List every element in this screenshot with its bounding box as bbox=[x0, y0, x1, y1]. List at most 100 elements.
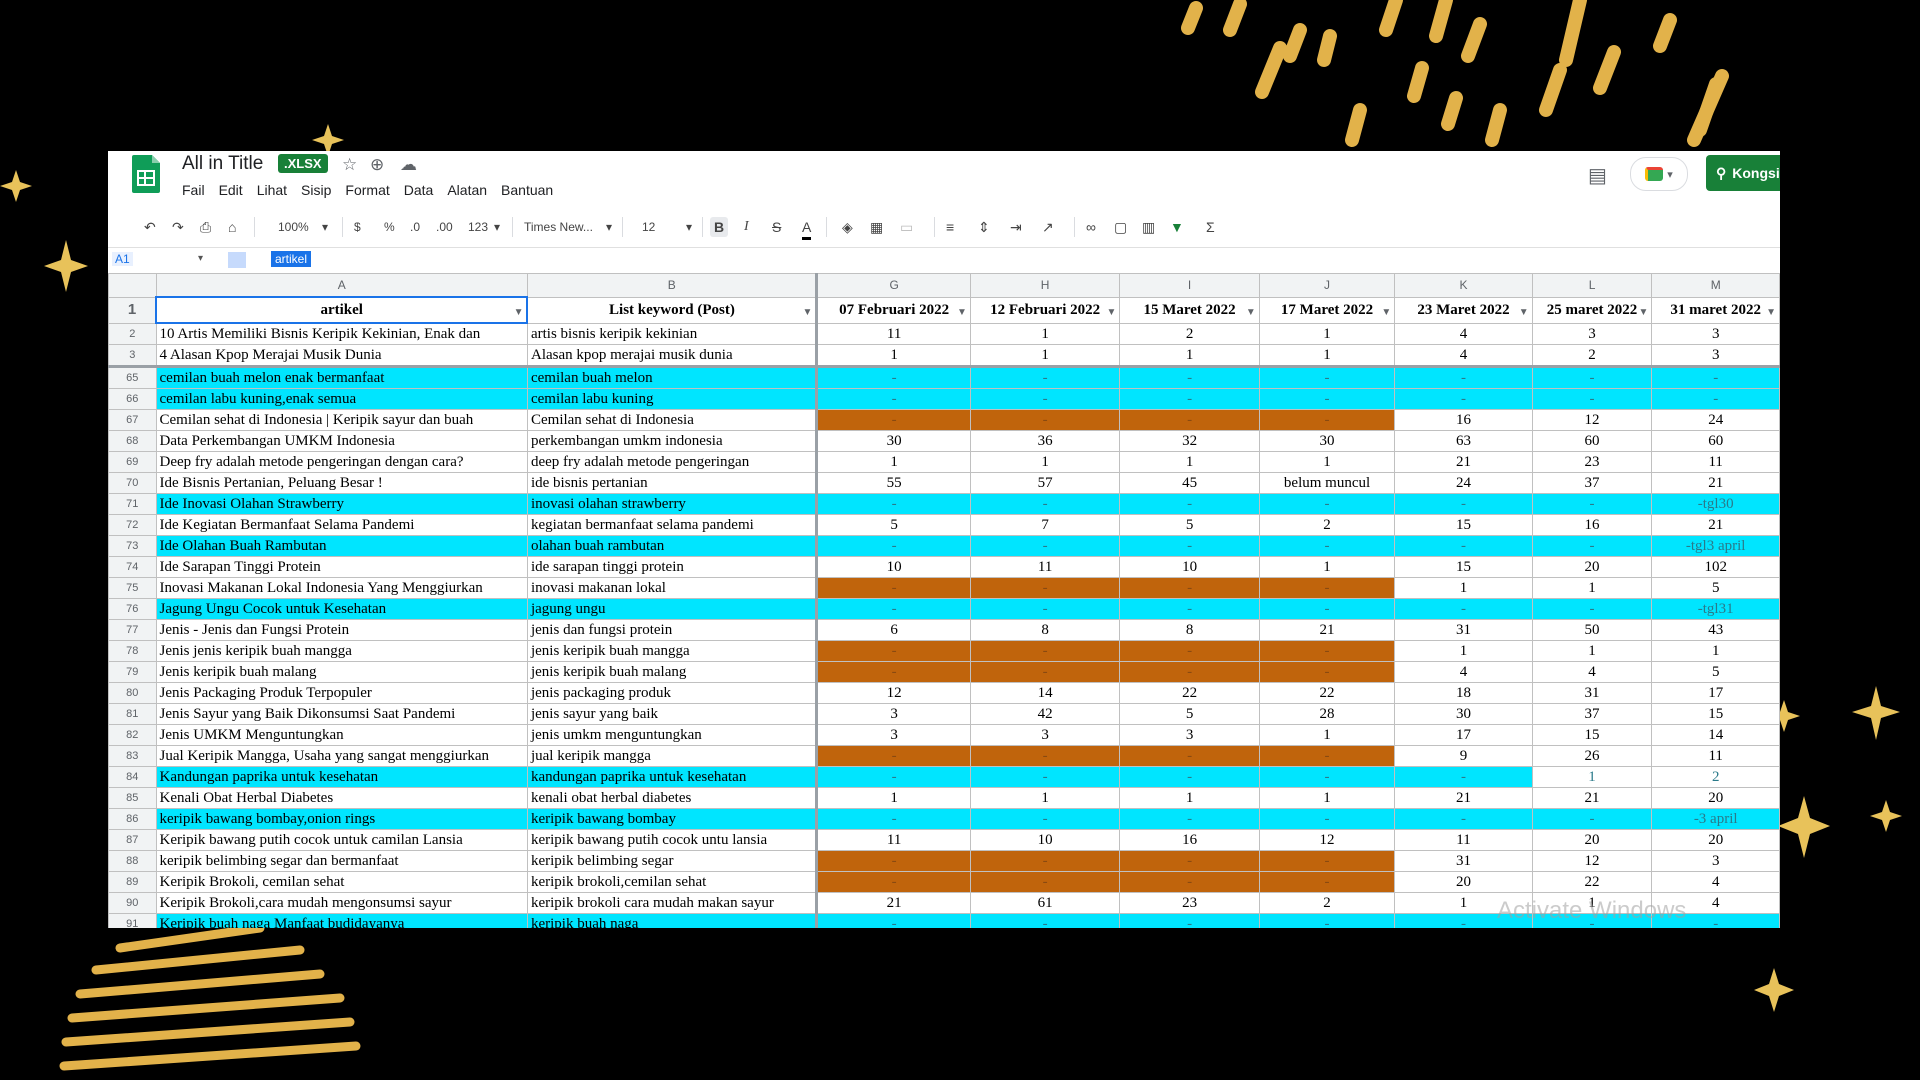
row-number[interactable]: 68 bbox=[108, 430, 157, 452]
table-cell[interactable]: 1 bbox=[815, 451, 971, 473]
table-cell[interactable]: 16 bbox=[1394, 409, 1533, 431]
table-cell[interactable]: 36 bbox=[969, 430, 1121, 452]
table-cell[interactable]: 5 bbox=[815, 514, 971, 536]
table-cell[interactable]: 8 bbox=[969, 619, 1121, 641]
menu-alatan[interactable]: Alatan bbox=[447, 182, 487, 198]
table-cell[interactable]: Deep fry adalah metode pengeringan denga… bbox=[155, 451, 528, 473]
table-cell[interactable]: 55 bbox=[815, 472, 971, 494]
table-cell[interactable]: keripik brokoli,cemilan sehat bbox=[526, 871, 818, 893]
column-header[interactable]: L bbox=[1531, 273, 1653, 298]
share-button[interactable]: ⚲ Kongsi bbox=[1706, 155, 1780, 191]
table-cell[interactable]: - bbox=[969, 493, 1121, 515]
table-cell[interactable]: - bbox=[815, 598, 971, 620]
table-cell[interactable]: ide sarapan tinggi protein bbox=[526, 556, 818, 578]
undo-icon[interactable]: ↶ bbox=[144, 217, 156, 237]
table-cell[interactable]: 9 bbox=[1394, 745, 1533, 767]
table-cell[interactable]: 22 bbox=[1119, 682, 1260, 704]
table-cell[interactable]: - bbox=[969, 766, 1121, 788]
table-cell[interactable]: Keripik bawang putih cocok untuk camilan… bbox=[155, 829, 528, 851]
row-number[interactable]: 83 bbox=[108, 745, 157, 767]
table-cell[interactable]: - bbox=[1531, 493, 1653, 515]
table-cell[interactable]: kegiatan bermanfaat selama pandemi bbox=[526, 514, 818, 536]
row-number[interactable]: 75 bbox=[108, 577, 157, 599]
table-cell[interactable]: 1 bbox=[969, 451, 1121, 473]
row-number[interactable]: 77 bbox=[108, 619, 157, 641]
table-header-cell[interactable]: 17 Maret 2022 ▼ bbox=[1258, 296, 1396, 324]
table-header-cell[interactable]: artikel ▼ bbox=[154, 296, 529, 324]
table-cell[interactable]: Ide Kegiatan Bermanfaat Selama Pandemi bbox=[155, 514, 528, 536]
row-number[interactable]: 90 bbox=[108, 892, 157, 914]
table-cell[interactable]: - bbox=[1258, 640, 1396, 662]
table-cell[interactable]: -tgl30 bbox=[1651, 493, 1780, 515]
table-cell[interactable]: - bbox=[1394, 598, 1533, 620]
table-cell[interactable]: 57 bbox=[969, 472, 1121, 494]
table-cell[interactable]: - bbox=[1258, 577, 1396, 599]
table-cell[interactable]: - bbox=[1258, 493, 1396, 515]
table-cell[interactable]: - bbox=[1651, 366, 1780, 389]
table-cell[interactable]: - bbox=[1258, 388, 1396, 410]
table-cell[interactable]: deep fry adalah metode pengeringan bbox=[526, 451, 818, 473]
table-cell[interactable]: 1 bbox=[1258, 556, 1396, 578]
table-cell[interactable]: Ide Inovasi Olahan Strawberry bbox=[155, 493, 528, 515]
table-cell[interactable]: - bbox=[1531, 366, 1653, 389]
table-cell[interactable]: 60 bbox=[1651, 430, 1780, 452]
table-cell[interactable]: 18 bbox=[1394, 682, 1533, 704]
table-cell[interactable]: 21 bbox=[1258, 619, 1396, 641]
chevron-down-icon[interactable]: ▾ bbox=[686, 217, 692, 237]
table-cell[interactable]: - bbox=[1258, 808, 1396, 830]
table-cell[interactable]: Jenis - Jenis dan Fungsi Protein bbox=[155, 619, 528, 641]
table-cell[interactable]: - bbox=[815, 661, 971, 683]
table-cell[interactable]: 4 bbox=[1531, 661, 1653, 683]
table-cell[interactable]: - bbox=[1258, 535, 1396, 557]
table-cell[interactable]: keripik buah naga bbox=[526, 913, 818, 928]
table-cell[interactable]: 1 bbox=[1258, 344, 1396, 368]
table-cell[interactable]: 24 bbox=[1394, 472, 1533, 494]
filter-icon[interactable]: ▼ bbox=[514, 304, 524, 321]
table-cell[interactable]: - bbox=[1119, 661, 1260, 683]
filter-icon[interactable]: ▼ bbox=[957, 304, 967, 322]
vertical-align-icon[interactable]: ⇕ bbox=[978, 217, 990, 237]
table-cell[interactable]: 5 bbox=[1651, 661, 1780, 683]
table-cell[interactable]: keripik brokoli cara mudah makan sayur bbox=[526, 892, 818, 914]
table-cell[interactable]: 20 bbox=[1531, 556, 1653, 578]
table-cell[interactable]: 22 bbox=[1258, 682, 1396, 704]
table-cell[interactable]: Jenis jenis keripik buah mangga bbox=[155, 640, 528, 662]
table-cell[interactable]: Jenis UMKM Menguntungkan bbox=[155, 724, 528, 746]
table-cell[interactable]: - bbox=[1394, 535, 1533, 557]
fill-color-icon[interactable]: ◈ bbox=[842, 217, 853, 237]
table-cell[interactable]: 2 bbox=[1119, 322, 1260, 345]
table-cell[interactable]: kenali obat herbal diabetes bbox=[526, 787, 818, 809]
table-cell[interactable]: - bbox=[815, 850, 971, 872]
table-cell[interactable]: 1 bbox=[1394, 640, 1533, 662]
table-header-cell[interactable]: List keyword (Post) ▼ bbox=[526, 296, 818, 324]
table-cell[interactable]: - bbox=[1531, 388, 1653, 410]
table-cell[interactable]: 12 bbox=[1258, 829, 1396, 851]
table-cell[interactable]: 26 bbox=[1531, 745, 1653, 767]
table-cell[interactable]: 1 bbox=[1119, 344, 1260, 368]
menu-edit[interactable]: Edit bbox=[219, 182, 243, 198]
table-cell[interactable]: Ide Sarapan Tinggi Protein bbox=[155, 556, 528, 578]
table-cell[interactable]: 23 bbox=[1119, 892, 1260, 914]
row-number[interactable]: 72 bbox=[108, 514, 157, 536]
table-cell[interactable]: 20 bbox=[1394, 871, 1533, 893]
table-cell[interactable]: 10 bbox=[969, 829, 1121, 851]
table-cell[interactable]: cemilan labu kuning,enak semua bbox=[155, 388, 528, 410]
table-cell[interactable]: 37 bbox=[1531, 703, 1653, 725]
table-cell[interactable]: jenis packaging produk bbox=[526, 682, 818, 704]
table-cell[interactable]: - bbox=[969, 745, 1121, 767]
table-cell[interactable]: - bbox=[815, 388, 971, 410]
table-cell[interactable]: Cemilan sehat di Indonesia bbox=[526, 409, 818, 431]
table-cell[interactable]: inovasi olahan strawberry bbox=[526, 493, 818, 515]
row-number[interactable]: 1 bbox=[108, 296, 157, 324]
table-cell[interactable]: jenis dan fungsi protein bbox=[526, 619, 818, 641]
table-cell[interactable]: Kandungan paprika untuk kesehatan bbox=[155, 766, 528, 788]
table-cell[interactable]: - bbox=[1258, 745, 1396, 767]
table-cell[interactable]: - bbox=[1119, 409, 1260, 431]
table-cell[interactable]: 1 bbox=[1531, 577, 1653, 599]
italic-button[interactable]: I bbox=[744, 217, 749, 237]
table-cell[interactable]: Keripik Brokoli, cemilan sehat bbox=[155, 871, 528, 893]
table-cell[interactable]: Data Perkembangan UMKM Indonesia bbox=[155, 430, 528, 452]
table-cell[interactable]: 16 bbox=[1119, 829, 1260, 851]
text-rotation-icon[interactable]: ↗ bbox=[1042, 217, 1054, 237]
table-cell[interactable]: keripik belimbing segar dan bermanfaat bbox=[155, 850, 528, 872]
